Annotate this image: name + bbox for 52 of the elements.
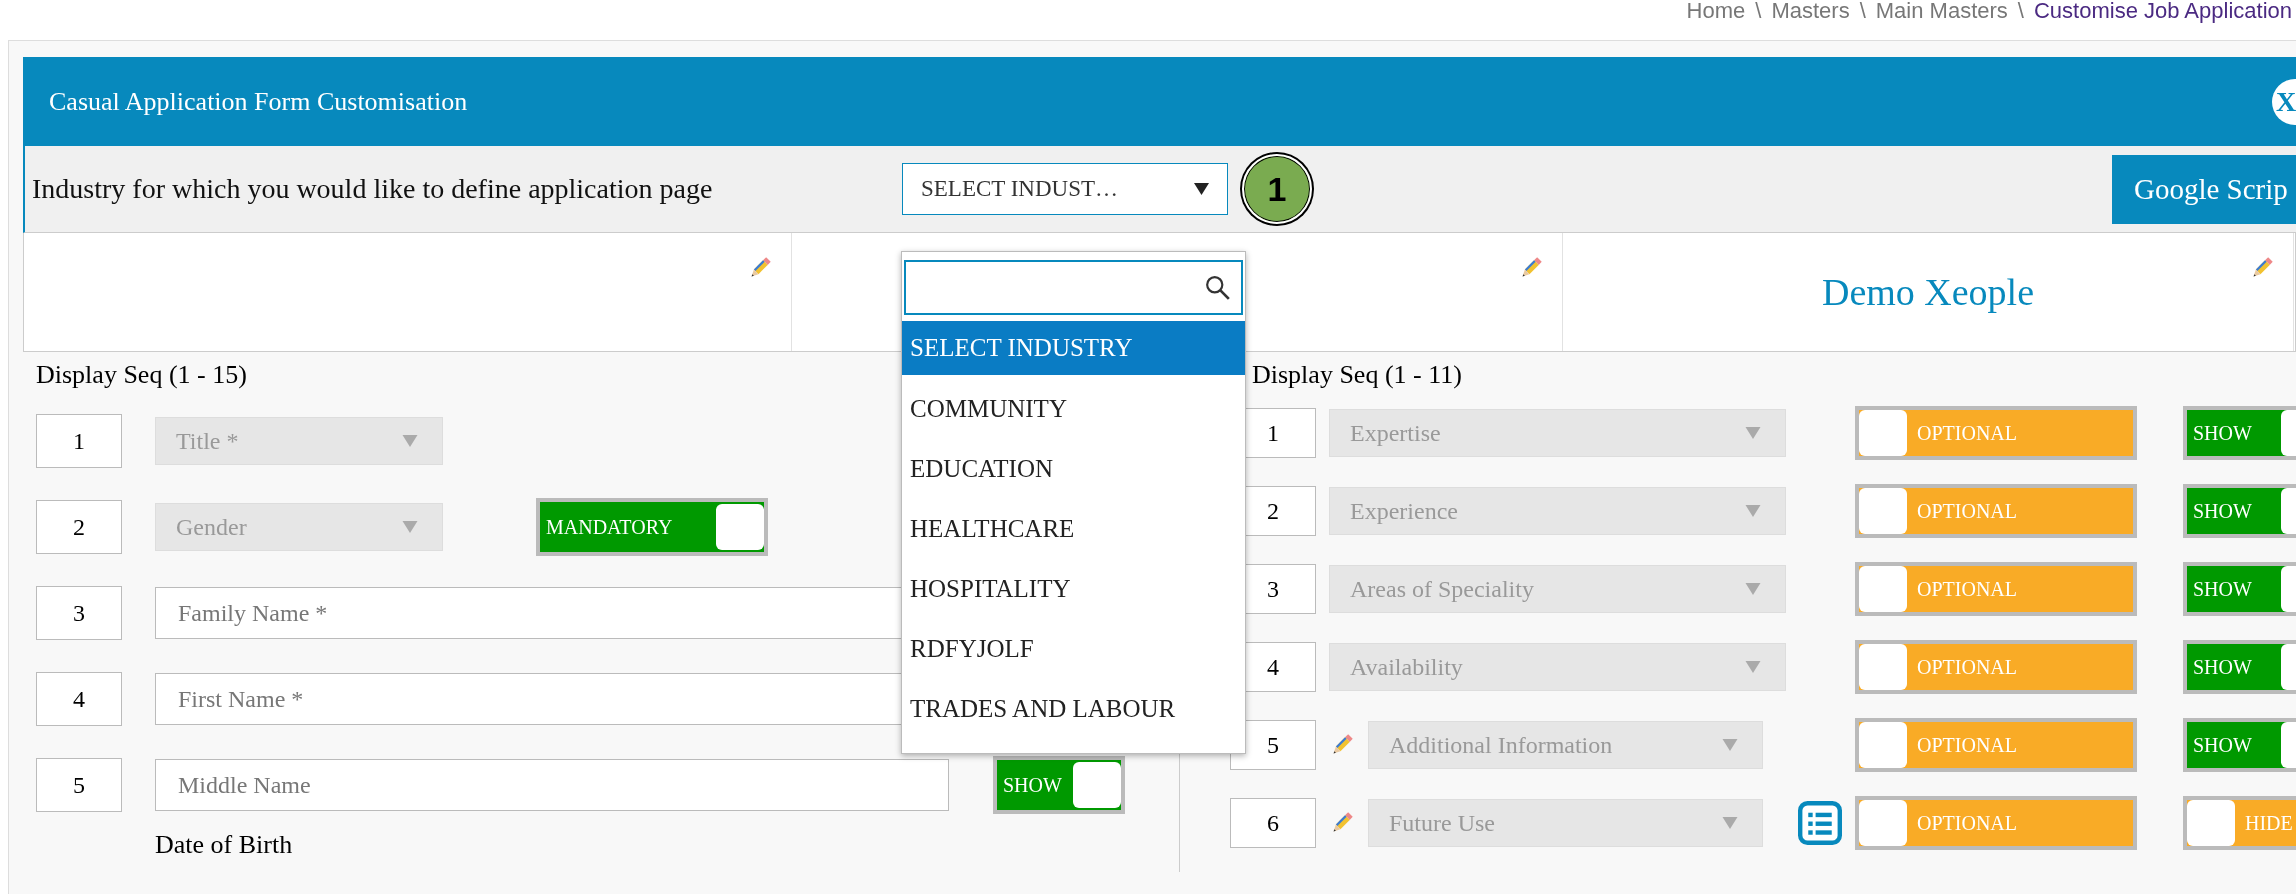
toggle-switch[interactable]: SHOW [2183,484,2296,538]
caret-icon [402,435,418,447]
company-name: Demo Xeople [1821,270,2035,314]
caret-icon [1722,817,1738,829]
caret-icon [1745,661,1761,673]
sequence-field[interactable]: 5 [36,758,122,812]
section-heading: Display Seq (1 - 11) [1252,360,1462,390]
search-field[interactable] [904,260,1243,315]
step-badge: 1 [1242,154,1312,224]
section-heading: Display Seq (1 - 15) [35,360,247,390]
google-script-button[interactable]: Google Scrip [2112,154,2296,224]
caret-icon [1745,583,1761,595]
breadcrumb-separator: \ [1755,0,1762,22]
breadcrumb-separator: \ [1859,0,1866,22]
breadcrumb-link[interactable]: Home [1686,0,1746,22]
select-field[interactable]: Expertise [1329,409,1786,457]
toggle-switch[interactable]: SHOW [2183,406,2296,460]
sequence-field[interactable]: 3 [36,586,122,640]
select-field[interactable]: Title * [155,417,443,465]
caret-icon [402,521,418,533]
field-label: Industry for which you would like to define application page [32,173,714,205]
sequence-field[interactable]: 4 [36,672,122,726]
select-field[interactable]: Additional Information [1368,721,1763,769]
toggle-switch[interactable]: SHOW [993,756,1125,814]
select-field[interactable]: Experience [1329,487,1786,535]
breadcrumb-separator: \ [2017,0,2024,22]
toggle-switch[interactable]: SHOW [2183,640,2296,694]
dropdown-option[interactable]: SELECT INDUSTRY [902,321,1245,375]
field-label: Date of Birth [155,830,293,860]
caret-icon [1745,427,1761,439]
industry-dropdown[interactable]: SELECT INDUST… [902,163,1228,215]
search-icon [1205,274,1231,301]
select-field[interactable]: Areas of Speciality [1329,565,1786,613]
panel-title: Casual Application Form Customisation [49,86,468,117]
sequence-field[interactable]: 2 [36,500,122,554]
text-field[interactable]: Middle Name [155,759,949,811]
select-field[interactable]: Gender [155,503,443,551]
select-field[interactable]: Future Use [1368,799,1763,847]
sequence-field[interactable]: 1 [36,414,122,468]
sequence-field[interactable]: 6 [1230,798,1316,848]
toggle-switch[interactable]: SHOW [2183,562,2296,616]
breadcrumb-link[interactable]: Customise Job Application [2033,0,2292,22]
caret-icon [1745,505,1761,517]
close-button[interactable]: X [2272,78,2296,125]
select-field[interactable]: Availability [1329,643,1786,691]
caret-icon [1722,739,1738,751]
breadcrumb-link[interactable]: Masters [1771,0,1850,22]
toggle-switch[interactable]: MANDATORY [536,498,768,556]
list-icon[interactable] [1798,801,1842,845]
caret-icon [1194,183,1209,195]
breadcrumb-link[interactable]: Main Masters [1875,0,2008,22]
toggle-switch[interactable]: SHOW [2183,718,2296,772]
